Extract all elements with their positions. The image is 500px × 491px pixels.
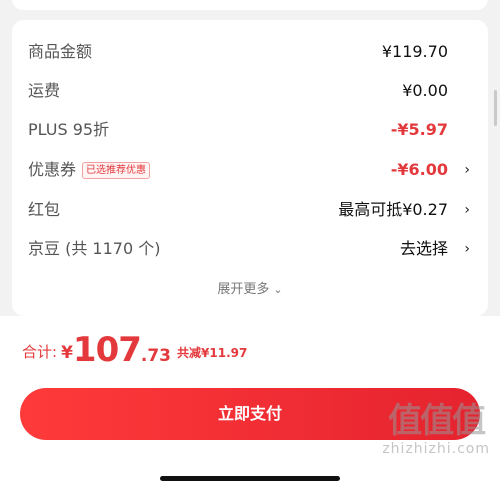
row-shipping: 运费 ¥0.00 [28, 77, 472, 105]
total-label: 合计: [22, 343, 58, 361]
shipping-value: ¥0.00 [402, 81, 448, 100]
goods-amount-label: 商品金额 [28, 42, 93, 61]
order-summary-card: 商品金额 ¥119.70 运费 ¥0.00 PLUS 95折 -¥5.97 优惠… [12, 20, 488, 316]
row-jingdou[interactable]: 京豆 (共 1170 个) 去选择 › [28, 235, 472, 263]
watermark-domain: zhizhizhi.com [382, 441, 490, 457]
jingdou-select[interactable]: 去选择 [400, 235, 448, 263]
watermark-logo: 值值值 zhizhizhi.com [382, 401, 490, 457]
coupon-label: 优惠券 [28, 160, 77, 179]
home-indicator[interactable] [160, 476, 340, 481]
row-goods-amount: 商品金额 ¥119.70 [28, 38, 472, 66]
total-integer: 107 [72, 330, 142, 370]
coupon-value: -¥6.00 [390, 160, 448, 179]
red-packet-value: 最高可抵¥0.27 [338, 200, 448, 219]
row-coupon[interactable]: 优惠券 已选推荐优惠 -¥6.00 › [28, 156, 472, 184]
plus-discount-value: -¥5.97 [390, 120, 448, 139]
chevron-right-icon[interactable]: › [464, 196, 470, 224]
previous-card [12, 0, 488, 10]
scrollbar[interactable] [494, 90, 497, 126]
watermark-mark: 值值值 [388, 401, 486, 441]
row-red-packet[interactable]: 红包 最高可抵¥0.27 › [28, 196, 472, 224]
plus-discount-label: PLUS 95折 [28, 120, 110, 139]
red-packet-label: 红包 [28, 200, 61, 219]
chevron-right-icon[interactable]: › [464, 156, 470, 184]
chevron-right-icon[interactable]: › [464, 235, 470, 263]
total-savings: 共减¥11.97 [177, 346, 248, 360]
total-price: 合计: ¥107.73 共减¥11.97 [22, 330, 247, 370]
total-decimal: .73 [140, 346, 172, 366]
currency-symbol: ¥ [61, 343, 73, 363]
goods-amount-value: ¥119.70 [381, 42, 448, 61]
coupon-label-wrap: 优惠券 已选推荐优惠 [28, 156, 151, 184]
chevron-down-icon: ⌄ [273, 283, 283, 296]
checkout-bar: 合计: ¥107.73 共减¥11.97 立即支付 值值值 zhizhizhi.co… [0, 316, 500, 491]
coupon-recommended-tag: 已选推荐优惠 [82, 162, 151, 179]
jingdou-label: 京豆 (共 1170 个) [28, 239, 161, 258]
expand-more-button[interactable]: 展开更多 ⌄ [12, 278, 488, 297]
expand-more-label: 展开更多 [217, 282, 270, 297]
shipping-label: 运费 [28, 81, 61, 100]
row-plus-discount: PLUS 95折 -¥5.97 [28, 116, 472, 144]
